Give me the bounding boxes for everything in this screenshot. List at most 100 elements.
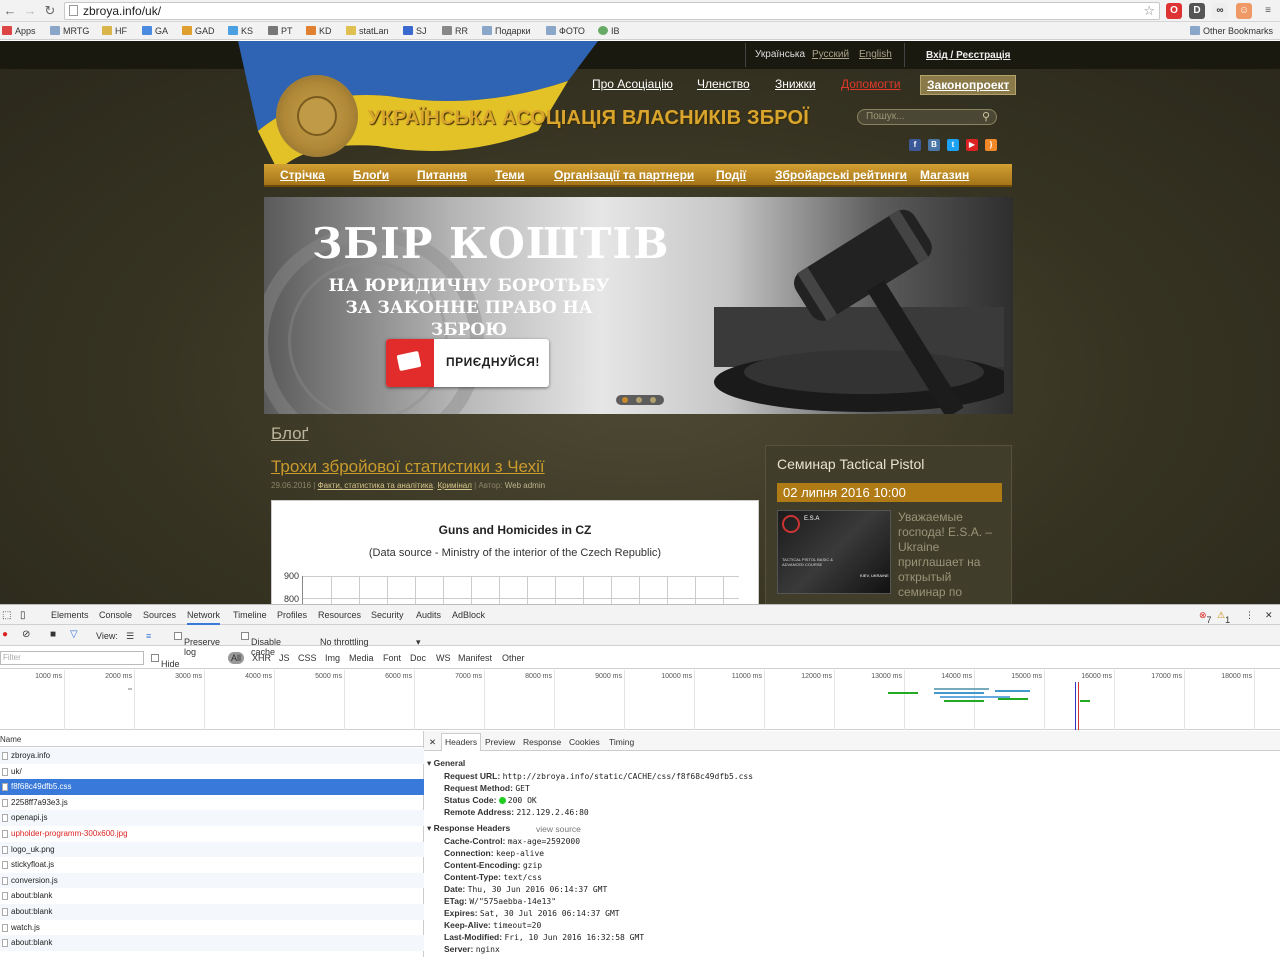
menu-discounts[interactable]: Знижки (775, 77, 816, 91)
request-row[interactable]: about:blank (0, 935, 424, 951)
filter-icon[interactable]: ▽ (70, 629, 78, 640)
lang-ukrainian[interactable]: Українська (755, 49, 805, 60)
post-category-link[interactable]: Факти, статистика та аналітика (318, 481, 433, 490)
tab-security[interactable]: Security (371, 610, 404, 620)
fundraising-banner[interactable]: ЗБІР КОШТІВ НА ЮРИДИЧНУ БОРОТЬБУ ЗА ЗАКО… (264, 197, 1013, 414)
extension-icon[interactable]: D (1189, 3, 1205, 19)
bookmark-item[interactable]: SJ (403, 25, 427, 38)
post-category-link[interactable]: Кримінал (437, 481, 471, 490)
nav-shop[interactable]: Магазин (920, 168, 969, 182)
menu-about[interactable]: Про Асоціацію (592, 77, 673, 91)
request-list-header[interactable]: Name (0, 731, 424, 747)
search-icon[interactable]: ⚲ (982, 110, 990, 124)
request-row[interactable]: zbroya.info (0, 748, 424, 764)
filter-manifest[interactable]: Manifest (458, 653, 492, 663)
youtube-icon[interactable]: ▶ (966, 139, 978, 151)
error-count[interactable]: ⊗ 7 (1199, 610, 1212, 625)
filter-font[interactable]: Font (383, 653, 401, 663)
record-icon[interactable]: ● (2, 629, 8, 640)
bookmark-item[interactable]: IB (598, 25, 620, 38)
bookmark-item[interactable]: statLan (346, 25, 389, 38)
join-button[interactable]: ПРИЄДНУЙСЯ! (386, 339, 549, 387)
nav-feed[interactable]: Стрічка (280, 168, 325, 182)
tab-preview[interactable]: Preview (485, 737, 515, 747)
inspect-icon[interactable]: ⬚ (2, 610, 11, 621)
slider-dot[interactable] (636, 397, 642, 403)
bookmark-item[interactable]: GA (142, 25, 168, 38)
filter-ws[interactable]: WS (436, 653, 451, 663)
request-row[interactable]: upholder-programm-300x600.jpg (0, 826, 424, 842)
filter-xhr[interactable]: XHR (252, 653, 271, 663)
login-link[interactable]: Вхід / Реєстрація (926, 50, 1011, 61)
filter-doc[interactable]: Doc (410, 653, 426, 663)
large-rows-icon[interactable]: ☰ (126, 631, 134, 642)
slider-dot[interactable] (622, 397, 628, 403)
facebook-icon[interactable]: f (909, 139, 921, 151)
rss-icon[interactable]: ) (985, 139, 997, 151)
request-row[interactable]: uk/ (0, 764, 424, 780)
bookmark-star-icon[interactable]: ☆ (1143, 3, 1155, 19)
bookmark-item[interactable]: HF (102, 25, 127, 38)
tab-cookies[interactable]: Cookies (569, 737, 600, 747)
site-search-input[interactable]: Пошук... ⚲ (857, 109, 997, 125)
reload-icon[interactable]: ↻ (42, 3, 58, 19)
request-row[interactable]: 2258ff7a93e3.js (0, 795, 424, 811)
bookmark-item[interactable]: PT (268, 25, 293, 38)
bookmark-item[interactable]: KS (228, 25, 253, 38)
bookmark-item[interactable]: GAD (182, 25, 215, 38)
tab-network[interactable]: Network (187, 610, 221, 625)
device-mode-icon[interactable]: ▯ (20, 610, 26, 621)
event-title[interactable]: Семинар Tactical Pistol (777, 456, 924, 472)
bookmark-item[interactable]: MRTG (50, 25, 89, 38)
more-options-icon[interactable]: ⋮ (1245, 610, 1254, 621)
tab-timeline[interactable]: Timeline (233, 610, 267, 620)
tab-sources[interactable]: Sources (143, 610, 176, 620)
view-source-link[interactable]: view source (536, 824, 581, 834)
menu-help[interactable]: Допомогти (841, 77, 901, 91)
hide-data-urls-checkbox[interactable]: Hide data URLs (151, 653, 184, 689)
bookmark-item[interactable]: Apps (2, 25, 36, 38)
tab-response[interactable]: Response (523, 737, 561, 747)
back-icon[interactable]: ← (2, 3, 18, 19)
bookmark-item[interactable]: Подарки (482, 25, 531, 38)
slider-dot[interactable] (650, 397, 656, 403)
request-row[interactable]: openapi.js (0, 810, 424, 826)
request-row[interactable]: conversion.js (0, 872, 424, 889)
tab-headers[interactable]: Headers (441, 733, 482, 751)
request-row[interactable]: logo_uk.png (0, 841, 424, 858)
nav-blogs[interactable]: Блоґи (353, 168, 389, 182)
tab-adblock[interactable]: AdBlock (452, 610, 485, 620)
nav-organizations[interactable]: Організації та партнери (554, 168, 694, 182)
overview-icon[interactable]: ≡ (146, 631, 151, 641)
close-details-icon[interactable]: ✕ (429, 737, 436, 748)
disable-cache-checkbox[interactable]: Disable cache (241, 631, 281, 657)
clear-icon[interactable]: ⊘ (22, 629, 30, 640)
filter-all[interactable]: All (228, 652, 245, 664)
filter-img[interactable]: Img (325, 653, 340, 663)
close-devtools-icon[interactable]: ✕ (1265, 610, 1273, 621)
filter-css[interactable]: CSS (298, 653, 317, 663)
event-image[interactable]: E.S.A TACTICAL PISTOL BASIC & ADVANCED C… (777, 510, 891, 594)
extension-icon[interactable]: ☺ (1236, 3, 1252, 19)
nav-events[interactable]: Події (716, 168, 746, 182)
menu-icon[interactable]: ≡ (1260, 3, 1276, 19)
request-row[interactable]: watch.js (0, 920, 424, 936)
request-row[interactable]: f8f68c49dfb5.css (0, 779, 424, 795)
blog-heading[interactable]: Блоґ (271, 424, 309, 444)
bookmark-item[interactable]: KD (306, 25, 332, 38)
nav-ratings[interactable]: Збройарські рейтинги (775, 168, 907, 182)
screenshot-icon[interactable]: ■ (50, 629, 56, 640)
forward-icon[interactable]: → (22, 3, 38, 19)
tab-resources[interactable]: Resources (318, 610, 361, 620)
request-row[interactable]: about:blank (0, 888, 424, 904)
twitter-icon[interactable]: t (947, 139, 959, 151)
other-bookmarks[interactable]: Other Bookmarks (1190, 25, 1273, 38)
filter-input[interactable]: Filter (0, 651, 144, 665)
filter-other[interactable]: Other (502, 653, 525, 663)
tab-audits[interactable]: Audits (416, 610, 441, 620)
lang-english[interactable]: English (859, 49, 892, 60)
address-bar[interactable]: zbroya.info/uk/ ☆ (64, 2, 1160, 20)
tab-console[interactable]: Console (99, 610, 132, 620)
vk-icon[interactable]: B (928, 139, 940, 151)
request-row[interactable]: stickyfloat.js (0, 857, 424, 873)
